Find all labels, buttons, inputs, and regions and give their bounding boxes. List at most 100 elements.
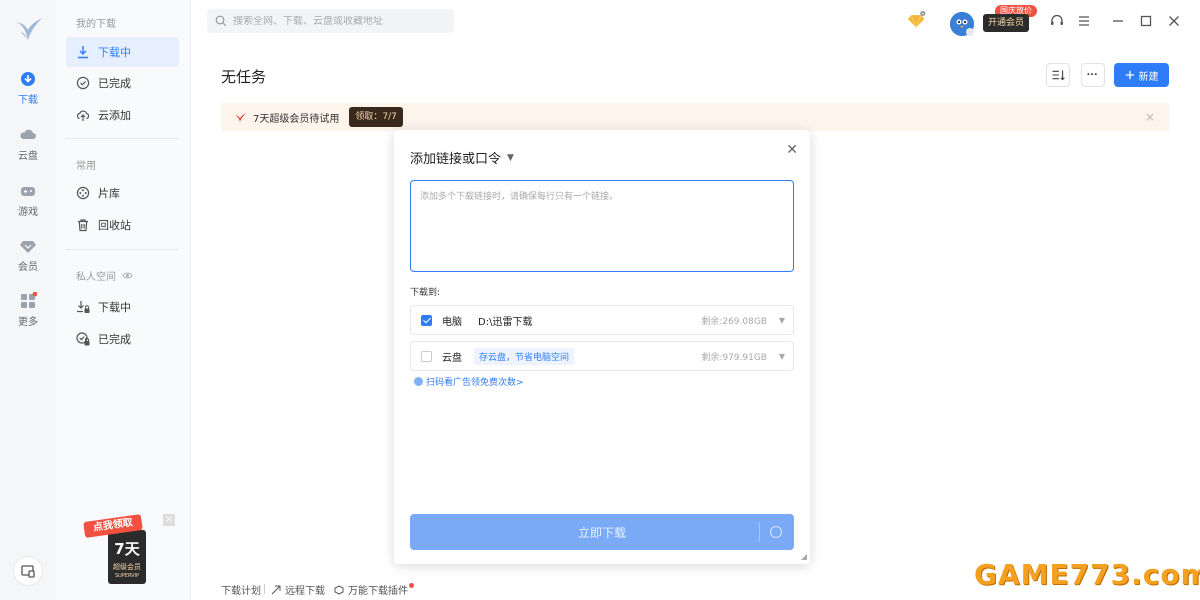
site-watermark: GAME773.com	[974, 558, 1200, 591]
plugin-red-dot	[409, 583, 414, 588]
menu-icon[interactable]	[1075, 12, 1093, 30]
cloud-icon	[20, 129, 36, 139]
rail-item-game[interactable]: 游戏	[0, 182, 56, 226]
dest-pc-path: D:\迅雷下载	[478, 316, 533, 328]
schedule-clock-icon[interactable]	[770, 526, 782, 538]
more-options-button[interactable]	[1081, 63, 1105, 87]
dest-cloud-space: 剩余:979.91GB	[701, 352, 767, 363]
plus-icon	[1125, 70, 1134, 80]
trash-icon	[78, 219, 88, 232]
sidebar-item-downloading[interactable]: 下载中	[66, 37, 179, 67]
sidebar-item-label: 已完成	[98, 77, 131, 90]
promo-card-body: 7天 超级会员 SUPERVIP	[108, 530, 146, 584]
download-now-button[interactable]: 立即下载	[410, 514, 794, 550]
sidebar-item-label: 云添加	[98, 109, 131, 122]
claim-trial-button[interactable]: 领取：7/7	[349, 107, 403, 127]
button-divider	[759, 522, 760, 542]
search-box[interactable]	[207, 9, 454, 33]
promo-close-button[interactable]: ×	[163, 514, 175, 526]
dest-pc-space: 剩余:269.08GB	[701, 316, 767, 327]
rail-item-download[interactable]: 下载	[0, 70, 56, 114]
new-task-button[interactable]: 新建	[1114, 63, 1169, 87]
locked-check-icon	[76, 332, 90, 346]
pc-checkbox[interactable]	[421, 314, 432, 326]
dest-cloud-hint: 存云盘，节省电脑空间	[474, 347, 575, 365]
banner-close-icon[interactable]: ×	[1145, 110, 1155, 124]
thunder-logo-icon[interactable]	[12, 14, 44, 46]
page-title: 无任务	[221, 68, 267, 86]
dest-cloud-name: 云盘	[442, 352, 462, 364]
rail-label: 云盘	[18, 151, 38, 162]
cloud-checkbox[interactable]	[421, 350, 432, 362]
user-avatar[interactable]	[950, 12, 974, 36]
sidebar-item-label: 已完成	[98, 333, 131, 346]
sort-icon	[1052, 70, 1065, 81]
film-reel-icon	[76, 186, 90, 200]
footer-divider	[264, 584, 265, 594]
remote-download-label: 远程下载	[285, 586, 325, 597]
sidebar-item-completed[interactable]: 已完成	[66, 68, 179, 98]
sidebar-divider	[66, 138, 179, 139]
download-icon	[21, 72, 35, 86]
link-textarea[interactable]	[410, 180, 794, 272]
group-private-label: 私人空间	[76, 272, 116, 283]
banner-text: 7天超级会员待试用	[253, 113, 340, 125]
gamepad-icon	[21, 187, 35, 196]
save-to-label: 下载到:	[410, 288, 441, 298]
sidebar-item-private-completed[interactable]: 已完成	[66, 324, 179, 354]
sidebar-item-library[interactable]: 片库	[66, 178, 179, 208]
promo-super-vip: 超级会员	[113, 563, 141, 571]
gem-reward-icon[interactable]	[908, 11, 926, 29]
download-arrow-icon	[78, 46, 88, 59]
group-private-space: 私人空间	[76, 268, 133, 283]
caret-down-icon[interactable]: ▼	[779, 316, 785, 325]
plugin-link[interactable]: 万能下载插件	[334, 582, 414, 597]
sidebar-item-cloud-add[interactable]: 云添加	[66, 100, 179, 130]
nav-rail: 下载 云盘 游戏 会员 更多	[0, 0, 56, 600]
dest-pc-name: 电脑	[442, 316, 462, 328]
eye-icon[interactable]	[122, 270, 133, 281]
maximize-icon[interactable]	[1137, 12, 1155, 30]
download-plan-label: 下载计划	[221, 586, 261, 597]
device-icon	[21, 565, 35, 578]
thunder-red-logo-icon	[233, 112, 247, 122]
trial-banner[interactable]: 7天超级会员待试用 领取：7/7 ×	[221, 103, 1169, 131]
avatar-bird-icon	[950, 12, 974, 36]
dialog-title[interactable]: 添加链接或口令 ▼	[410, 148, 514, 167]
caret-down-icon: ▼	[507, 152, 514, 163]
grid-icon	[21, 292, 37, 308]
headset-icon[interactable]	[1048, 12, 1066, 30]
scan-ad-link[interactable]: 扫码看广告领免费次数>	[414, 375, 524, 388]
sidebar: 我的下载 下载中 已完成 云添加 常用 片库 回收站 私人空间 下载中 已完成	[56, 0, 191, 600]
sidebar-item-label: 片库	[98, 187, 120, 200]
open-vip-button[interactable]: 开通会员	[983, 14, 1029, 32]
download-plan-link[interactable]: 下载计划	[221, 582, 261, 597]
dest-row-cloud[interactable]: 云盘 存云盘，节省电脑空间 剩余:979.91GB ▼	[410, 341, 794, 371]
sidebar-divider	[66, 249, 179, 250]
search-input[interactable]	[233, 15, 443, 27]
resize-grip-icon[interactable]: ◢	[801, 552, 807, 561]
sort-button[interactable]	[1046, 63, 1070, 87]
promo-days: 7天	[114, 540, 140, 558]
sidebar-item-recycle[interactable]: 回收站	[66, 210, 179, 240]
group-my-downloads: 我的下载	[76, 19, 116, 30]
vip-promo-card[interactable]: 点我领取 7天 超级会员 SUPERVIP	[83, 514, 150, 586]
rail-item-cloud[interactable]: 云盘	[0, 126, 56, 170]
sidebar-item-label: 下载中	[98, 46, 131, 59]
remote-download-link[interactable]: 远程下载	[271, 582, 325, 597]
rail-item-vip[interactable]: 会员	[0, 237, 56, 281]
dialog-close-icon[interactable]: ✕	[786, 142, 798, 158]
scan-ad-label: 扫码看广告领免费次数>	[426, 378, 524, 388]
sidebar-item-label: 回收站	[98, 219, 131, 232]
search-icon	[215, 15, 227, 27]
close-window-icon[interactable]	[1165, 12, 1183, 30]
minimize-icon[interactable]	[1109, 12, 1127, 30]
sidebar-item-private-downloading[interactable]: 下载中	[66, 292, 179, 322]
rail-item-more[interactable]: 更多	[0, 292, 56, 336]
device-button[interactable]	[13, 556, 43, 586]
caret-down-icon[interactable]: ▼	[779, 352, 785, 361]
dest-row-pc[interactable]: 电脑 D:\迅雷下载 剩余:269.08GB ▼	[410, 305, 794, 335]
rail-label: 游戏	[18, 207, 38, 218]
promo-supervip-en: SUPERVIP	[114, 573, 140, 579]
more-dots-icon	[1087, 73, 1097, 76]
